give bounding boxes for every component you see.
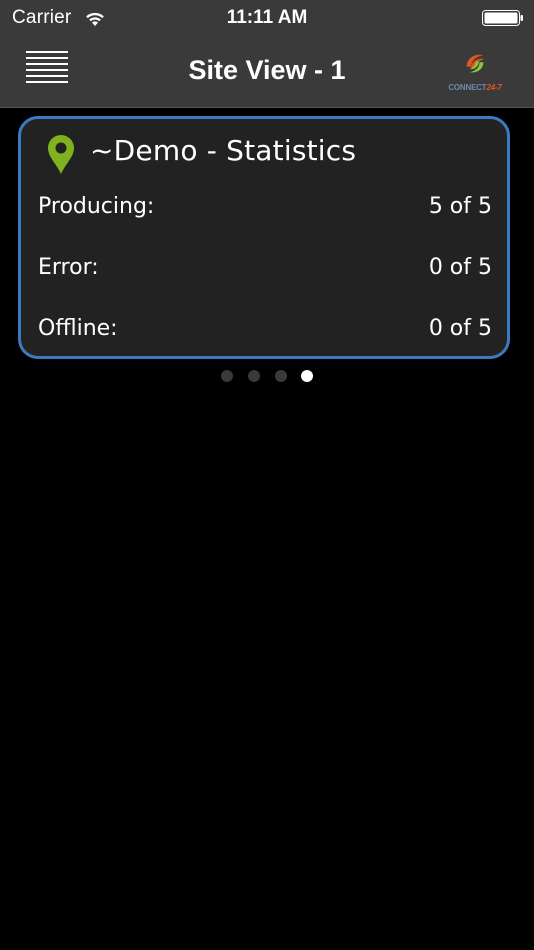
stat-row-offline: Offline: 0 of 5 — [38, 316, 492, 348]
page-dot-4[interactable] — [301, 370, 313, 382]
map-pin-icon — [48, 135, 74, 174]
card-title: ~Demo - Statistics — [90, 134, 357, 167]
page-indicator[interactable] — [0, 370, 534, 384]
navigation-bar: Site View - 1 CONNECT24-7 — [0, 36, 534, 108]
page-dot-1[interactable] — [221, 370, 233, 382]
stat-label-offline: Offline: — [38, 316, 118, 341]
stat-row-producing: Producing: 5 of 5 — [38, 194, 492, 226]
brand-logo: CONNECT24-7 — [440, 50, 510, 92]
stat-label-error: Error: — [38, 255, 99, 280]
battery-icon — [482, 10, 523, 26]
logo-text: CONNECT24-7 — [440, 83, 510, 92]
stat-row-error: Error: 0 of 5 — [38, 255, 492, 287]
logo-swirl-icon — [466, 54, 485, 73]
app-screen: Carrier 11:11 AM Site View - 1 CONNECT24… — [0, 0, 534, 950]
status-bar: Carrier 11:11 AM — [0, 0, 534, 36]
stat-value-error: 0 of 5 — [428, 255, 492, 280]
status-time: 11:11 AM — [226, 7, 308, 28]
stat-label-producing: Producing: — [38, 194, 155, 219]
site-statistics-card[interactable]: ~Demo - Statistics Producing: 5 of 5 Err… — [18, 116, 510, 359]
logo-text-accent: 24-7 — [486, 83, 502, 92]
stat-value-offline: 0 of 5 — [428, 316, 492, 341]
page-dot-2[interactable] — [248, 370, 260, 382]
page-dot-3[interactable] — [275, 370, 287, 382]
logo-text-main: CONNECT — [448, 83, 487, 92]
stat-value-producing: 5 of 5 — [428, 194, 492, 219]
